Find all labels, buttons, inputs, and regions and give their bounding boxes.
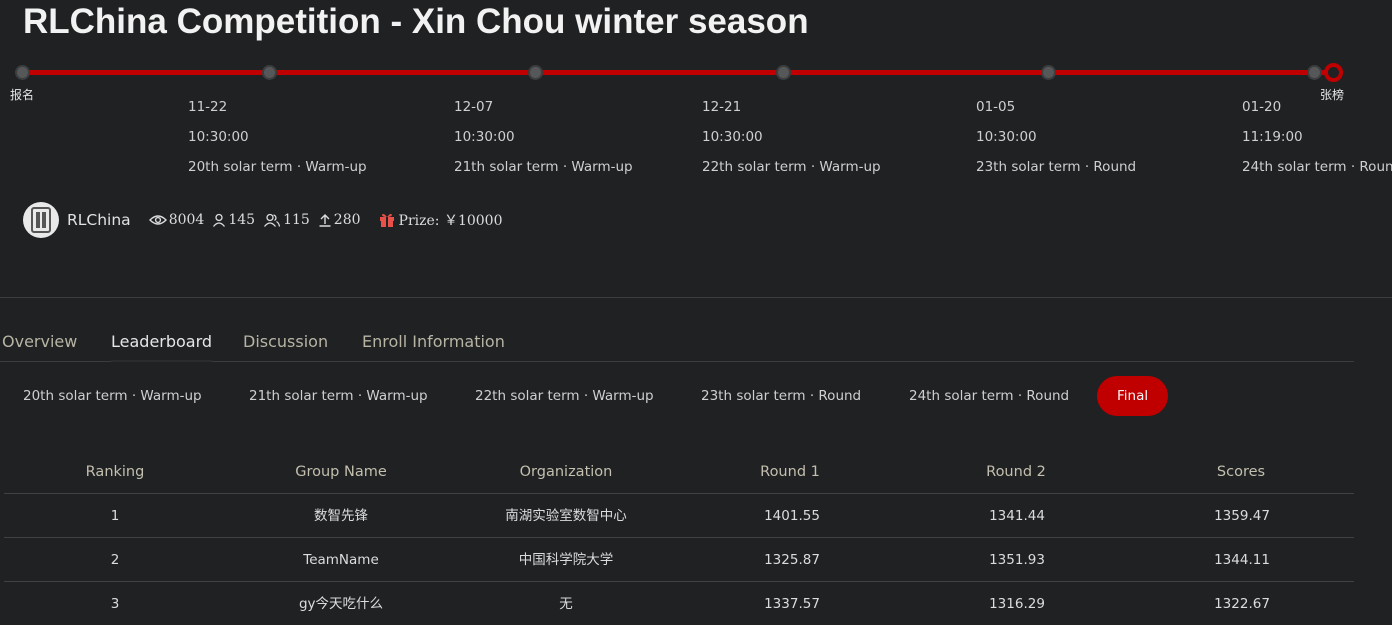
column-header-scores[interactable]: Scores bbox=[1217, 450, 1265, 494]
timeline-dot bbox=[776, 65, 791, 80]
milestone-date: 12-21 bbox=[702, 99, 742, 115]
milestone-name: 22th solar term · Warm-up bbox=[702, 159, 881, 175]
cell-round-2: 1316.29 bbox=[989, 596, 1045, 612]
stage-21th-warm-up[interactable]: 21th solar term · Warm-up bbox=[249, 376, 428, 416]
gift-icon bbox=[379, 213, 394, 227]
milestone-time: 10:30:00 bbox=[454, 129, 515, 145]
milestone-time: 10:30:00 bbox=[188, 129, 249, 145]
participants-stat: 145 bbox=[212, 212, 255, 228]
timeline-milestone: 01-05 10:30:00 23th solar term · Round bbox=[976, 98, 1136, 188]
upload-icon bbox=[319, 214, 331, 227]
timeline-dot bbox=[262, 65, 277, 80]
cell-group-name: TeamName bbox=[303, 552, 379, 568]
participants-count: 145 bbox=[228, 212, 256, 228]
timeline-dot bbox=[528, 65, 543, 80]
cell-group-name: gy今天吃什么 bbox=[298, 596, 384, 612]
milestone-time: 11:19:00 bbox=[1242, 129, 1303, 145]
eye-icon bbox=[148, 215, 167, 225]
timeline-dot bbox=[1307, 65, 1322, 80]
views-stat: 8004 bbox=[148, 212, 205, 228]
timeline-dot bbox=[1041, 65, 1056, 80]
column-header-ranking[interactable]: Ranking bbox=[86, 450, 145, 494]
stage-23th-round[interactable]: 23th solar term · Round bbox=[701, 376, 861, 416]
cell-round-2: 1341.44 bbox=[989, 508, 1045, 524]
cell-organization: 无 bbox=[559, 596, 573, 612]
timeline-start-label: 报名 bbox=[10, 88, 35, 102]
table-row: 3 gy今天吃什么 无 1337.57 1316.29 1322.67 bbox=[4, 582, 1354, 625]
org-logo-icon bbox=[31, 207, 51, 233]
milestone-date: 11-22 bbox=[188, 99, 228, 115]
cell-organization: 南湖实验室数智中心 bbox=[505, 508, 627, 524]
stage-24th-round[interactable]: 24th solar term · Round bbox=[909, 376, 1069, 416]
timeline-milestone: 12-21 10:30:00 22th solar term · Warm-up bbox=[702, 98, 881, 188]
timeline-milestone: 11-22 10:30:00 20th solar term · Warm-up bbox=[188, 98, 367, 188]
milestone-name: 23th solar term · Round bbox=[976, 159, 1137, 175]
prize-amount: Prize: ￥10000 bbox=[398, 213, 503, 229]
timeline-milestone: 01-20 11:19:00 24th solar term · Round bbox=[1242, 98, 1392, 188]
milestone-name: 20th solar term · Warm-up bbox=[188, 159, 367, 175]
cell-ranking: 1 bbox=[110, 508, 120, 524]
tab-leaderboard[interactable]: Leaderboard bbox=[111, 332, 213, 362]
tab-overview[interactable]: Overview bbox=[2, 332, 77, 351]
page-title: RLChina Competition - Xin Chou winter se… bbox=[23, 2, 809, 41]
cell-group-name: 数智先锋 bbox=[314, 508, 368, 524]
stage-selector: 20th solar term · Warm-up 21th solar ter… bbox=[0, 376, 1354, 416]
cell-ranking: 3 bbox=[110, 596, 120, 612]
column-header-round-2[interactable]: Round 2 bbox=[986, 450, 1046, 494]
cell-scores: 1344.11 bbox=[1214, 552, 1270, 568]
cell-organization: 中国科学院大学 bbox=[518, 552, 614, 568]
competition-page: RLChina Competition - Xin Chou winter se… bbox=[0, 0, 1392, 625]
tab-enroll-information[interactable]: Enroll Information bbox=[362, 332, 505, 351]
milestone-date: 01-05 bbox=[976, 99, 1016, 115]
milestone-name: 24th solar term · Round bbox=[1242, 159, 1392, 175]
leaderboard-table: Ranking Group Name Organization Round 1 … bbox=[4, 450, 1354, 625]
cell-round-1: 1401.55 bbox=[764, 508, 820, 524]
milestone-name: 21th solar term · Warm-up bbox=[454, 159, 633, 175]
timeline: 报名 张榜 11-22 10:30:00 20th solar term · W… bbox=[0, 56, 1392, 186]
organizer-row: RLChina 8004 145 115 280 Prize: ￥10000 bbox=[23, 202, 503, 238]
column-header-organization[interactable]: Organization bbox=[520, 450, 613, 494]
timeline-dot-start bbox=[15, 65, 30, 80]
tab-bar: Overview Leaderboard Discussion Enroll I… bbox=[0, 330, 1354, 362]
submissions-stat: 280 bbox=[318, 212, 361, 228]
avatar[interactable] bbox=[23, 202, 59, 238]
table-row: 2 TeamName 中国科学院大学 1325.87 1351.93 1344.… bbox=[4, 538, 1354, 582]
column-header-round-1[interactable]: Round 1 bbox=[760, 450, 820, 494]
cell-round-2: 1351.93 bbox=[989, 552, 1045, 568]
organizer-name[interactable]: RLChina bbox=[67, 211, 131, 229]
milestone-date: 01-20 bbox=[1242, 99, 1282, 115]
stage-22th-warm-up[interactable]: 22th solar term · Warm-up bbox=[475, 376, 654, 416]
cell-round-1: 1337.57 bbox=[764, 596, 820, 612]
cell-round-1: 1325.87 bbox=[764, 552, 820, 568]
views-count: 8004 bbox=[168, 212, 205, 228]
tab-discussion[interactable]: Discussion bbox=[243, 332, 328, 351]
table-header-row: Ranking Group Name Organization Round 1 … bbox=[4, 450, 1354, 494]
cell-ranking: 2 bbox=[110, 552, 120, 568]
submissions-count: 280 bbox=[333, 212, 361, 228]
stage-20th-warm-up[interactable]: 20th solar term · Warm-up bbox=[23, 376, 202, 416]
section-divider bbox=[0, 297, 1392, 298]
teams-stat: 115 bbox=[263, 212, 310, 228]
user-icon bbox=[213, 213, 226, 227]
timeline-progress-bar bbox=[23, 70, 1333, 75]
milestone-time: 10:30:00 bbox=[702, 129, 763, 145]
cell-scores: 1359.47 bbox=[1214, 508, 1270, 524]
milestone-time: 10:30:00 bbox=[976, 129, 1037, 145]
teams-count: 115 bbox=[283, 212, 310, 228]
table-row: 1 数智先锋 南湖实验室数智中心 1401.55 1341.44 1359.47 bbox=[4, 494, 1354, 538]
timeline-dot-end bbox=[1324, 63, 1343, 82]
column-header-group-name[interactable]: Group Name bbox=[295, 450, 387, 494]
stage-final-button[interactable]: Final bbox=[1097, 376, 1169, 416]
timeline-milestone: 12-07 10:30:00 21th solar term · Warm-up bbox=[454, 98, 633, 188]
cell-scores: 1322.67 bbox=[1214, 596, 1270, 612]
milestone-date: 12-07 bbox=[454, 99, 494, 115]
users-icon bbox=[264, 213, 281, 227]
